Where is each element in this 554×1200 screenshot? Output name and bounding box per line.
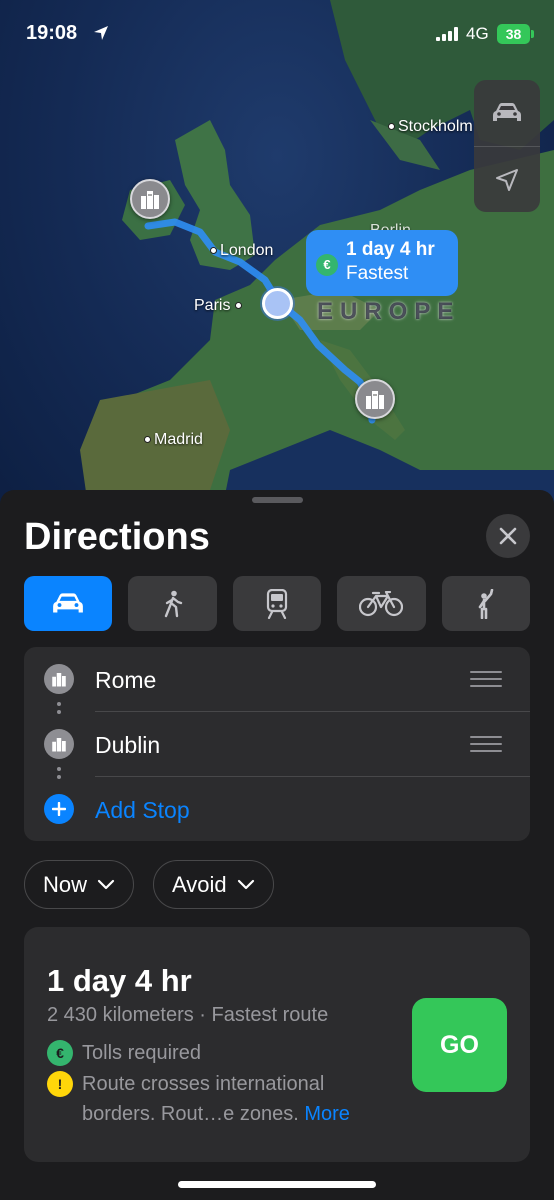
euro-icon: € <box>47 1040 73 1066</box>
current-location-dot <box>262 288 293 319</box>
track-location-button[interactable] <box>474 146 540 212</box>
transport-mode-selector <box>24 576 531 631</box>
plus-icon <box>44 794 74 824</box>
mode-drive-button[interactable] <box>24 576 113 631</box>
mode-ride-button[interactable] <box>441 576 531 631</box>
tolls-notice: € Tolls required <box>47 1038 387 1068</box>
battery-indicator: 38 <box>497 24 530 44</box>
route-callout-duration: 1 day 4 hr <box>346 239 435 260</box>
warning-icon: ! <box>47 1071 73 1097</box>
mode-transit-button[interactable] <box>232 576 322 631</box>
car-icon <box>493 103 521 121</box>
map-land <box>80 0 554 520</box>
map-mode-button[interactable] <box>474 80 540 146</box>
avoid-label: Avoid <box>172 871 227 897</box>
route-callout[interactable]: € 1 day 4 hr Fastest <box>306 230 458 296</box>
chevron-down-icon <box>237 879 254 890</box>
destination-pin-dublin[interactable] <box>130 179 170 219</box>
signal-icon <box>436 27 458 41</box>
add-stop-button[interactable]: Add Stop <box>24 777 530 841</box>
city-label-paris: Paris <box>194 297 245 315</box>
walk-icon <box>164 590 182 617</box>
city-label-madrid: Madrid <box>144 431 203 449</box>
go-button[interactable]: GO <box>412 998 507 1092</box>
city-label-stockholm: Stockholm <box>388 118 473 136</box>
reorder-handle-icon[interactable] <box>470 671 502 692</box>
avoid-options-button[interactable]: Avoid <box>153 860 274 909</box>
landmark-icon <box>366 391 384 409</box>
mode-walk-button[interactable] <box>128 576 217 631</box>
more-link[interactable]: More <box>304 1103 350 1125</box>
location-arrow-icon <box>496 168 518 191</box>
euro-icon: € <box>316 254 338 276</box>
route-duration: 1 day 4 hr <box>47 963 192 998</box>
hail-icon <box>478 588 494 619</box>
status-time: 19:08 <box>26 22 78 44</box>
mode-cycle-button[interactable] <box>337 576 426 631</box>
tolls-text: Tolls required <box>82 1042 201 1064</box>
landmark-icon <box>141 191 159 209</box>
map-view[interactable]: Stockholm Berlin London Paris Madrid EUR… <box>0 0 554 520</box>
stop-row-destination[interactable]: Dublin <box>24 712 530 776</box>
car-icon <box>53 592 84 612</box>
region-label: EUROPE <box>317 298 461 325</box>
departure-time-label: Now <box>43 871 88 897</box>
directions-sheet: Directions Rome Dublin Add Stop Now Avoi… <box>0 490 554 1200</box>
stop-label-origin: Rome <box>95 667 157 693</box>
sheet-grabber[interactable] <box>252 497 303 503</box>
status-bar: 19:08 4G 38 <box>0 0 554 60</box>
bicycle-icon <box>359 590 404 616</box>
route-summary: 2 430 kilometers · Fastest route <box>47 1004 329 1026</box>
route-option-card[interactable]: 1 day 4 hr 2 430 kilometers · Fastest ro… <box>24 927 530 1162</box>
landmark-icon <box>44 664 74 694</box>
departure-time-button[interactable]: Now <box>24 860 135 909</box>
location-services-icon <box>94 26 108 40</box>
battery-tip <box>531 30 534 38</box>
chevron-down-icon <box>97 879 115 890</box>
city-label-london: London <box>210 242 273 260</box>
close-button[interactable] <box>486 514 530 558</box>
stops-list: Rome Dublin Add Stop <box>24 647 530 841</box>
add-stop-label: Add Stop <box>95 797 190 823</box>
network-type: 4G <box>466 24 489 43</box>
border-notice: ! Route crosses international borders. R… <box>47 1069 387 1129</box>
border-notice-text: Route crosses international borders. Rou… <box>82 1073 325 1125</box>
close-icon <box>499 527 517 545</box>
map-controls <box>474 80 540 212</box>
stop-row-origin[interactable]: Rome <box>24 647 530 711</box>
stop-label-destination: Dublin <box>95 732 161 758</box>
sheet-title: Directions <box>24 516 210 558</box>
origin-pin-rome[interactable] <box>355 379 395 419</box>
train-icon <box>266 588 288 619</box>
route-callout-label: Fastest <box>346 263 409 284</box>
reorder-handle-icon[interactable] <box>470 736 502 757</box>
landmark-icon <box>44 729 74 759</box>
home-indicator <box>178 1181 376 1188</box>
